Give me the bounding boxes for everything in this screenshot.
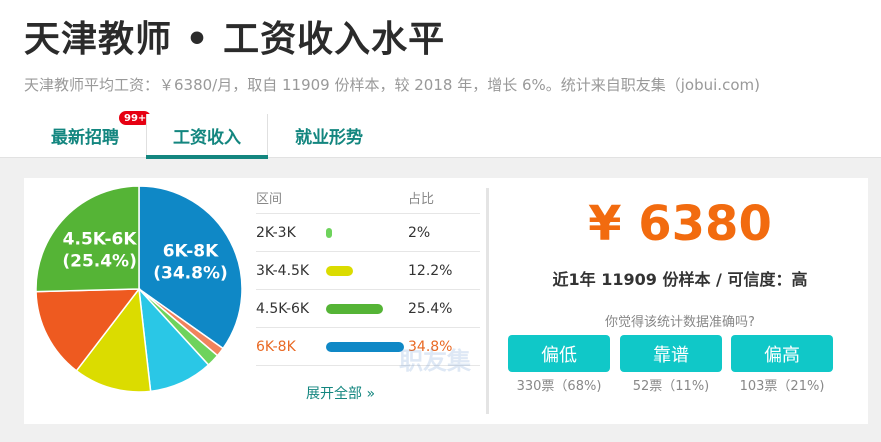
ratio-cell: 25.4% [408,300,453,317]
range-cell: 2K-3K [256,224,296,241]
tab-employment[interactable]: 就业形势 [268,114,390,157]
ratio-cell: 2% [408,224,431,241]
table-header: 区间 占比 [256,188,480,214]
range-cell: 4.5K-6K [256,300,310,317]
vote-accurate-count: 52票（11%) [632,379,710,394]
ratio-bar [326,303,383,314]
tab-salary[interactable]: 工资收入 [146,114,268,159]
expand-all-link[interactable]: 展开全部 » [306,383,375,403]
range-cell: 6K-8K [256,338,296,355]
sample-info: 近1年 11909 份样本 / 可信度：高 [552,270,808,289]
ratio-bar [326,341,404,352]
salary-summary: ¥ 6380 近1年 11909 份样本 / 可信度：高 你觉得该统计数据准确吗… [500,178,860,424]
vote-low-button[interactable]: 偏低 [508,335,610,372]
tab-bar: 最新招聘 99+ 工资收入 就业形势 [24,110,390,159]
ratio-bar [326,265,354,276]
page-title: 天津教师 • 工资收入水平 [24,19,446,60]
ratio-header: 占比 [408,192,435,207]
range-header: 区间 [256,192,283,207]
salary-pie-chart: 6K-8K(34.8%) 4.5K-6K(25.4%) [35,185,243,393]
accuracy-question: 你觉得该统计数据准确吗? [605,315,755,330]
vote-high-button[interactable]: 偏高 [731,335,833,372]
pie-label: 6K-8K [163,241,219,261]
vote-low-count: 330票（68%) [516,379,602,394]
divider [486,188,489,414]
tab-label: 最新招聘 [51,128,119,148]
salary-range-table: 区间 占比 2K-3K 2% 3K-4.5K 12.2% 4.5K-6K 25.4% 6K-… [256,188,480,366]
salary-card: 6K-8K (34.8%) 4.5K-6K (25.4%) 区间 占比 2K-3K 2%… [24,178,868,424]
watermark: 职友集 [399,347,471,375]
vote-high-count: 103票（21%) [739,379,825,394]
tab-latest-jobs[interactable]: 最新招聘 99+ [24,110,153,157]
average-salary: ¥ 6380 [588,196,772,252]
table-row: 3K-4.5K 12.2% [256,252,480,290]
pie-label: (34.8%) [153,263,228,283]
ratio-bar [326,227,332,238]
ratio-cell: 12.2% [408,262,453,279]
page-header: 天津教师 • 工资收入水平 天津教师平均工资：￥6380/月，取自 11909 … [0,0,881,159]
page-subtitle: 天津教师平均工资：￥6380/月，取自 11909 份样本，较 2018 年，增… [24,76,760,94]
vote-accurate-button[interactable]: 靠谱 [620,335,722,372]
table-row: 2K-3K 2% [256,214,480,252]
range-cell: 3K-4.5K [256,262,310,279]
tab-label: 工资收入 [173,128,241,148]
pie-label: 4.5K-6K [63,230,138,250]
pie-label: (25.4%) [62,252,137,272]
tab-label: 就业形势 [295,128,363,148]
table-row: 4.5K-6K 25.4% [256,290,480,328]
